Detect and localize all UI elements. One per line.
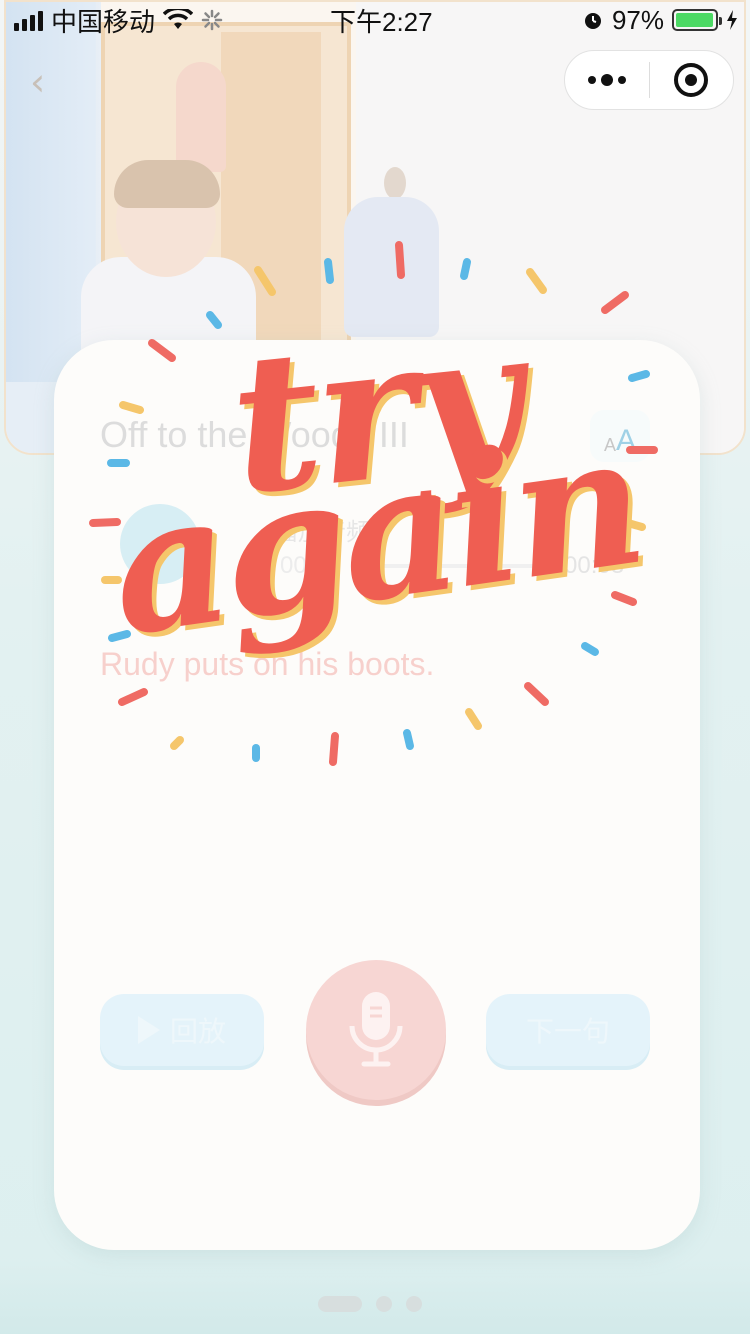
page-dot [376, 1296, 392, 1312]
lesson-title: Off to the Woods III [100, 414, 409, 455]
font-size-small-icon: A [603, 435, 616, 455]
alarm-clock-icon [584, 13, 601, 29]
illustration-hook [384, 167, 406, 199]
more-button[interactable] [565, 50, 649, 110]
microphone-icon [349, 992, 403, 1067]
close-button[interactable] [650, 50, 733, 110]
illustration-backpack [344, 197, 439, 337]
audio-play-button[interactable] [120, 504, 200, 584]
more-icon-dot [618, 76, 626, 84]
font-size-button[interactable]: A A [590, 410, 650, 462]
illustration-boy-hair [114, 160, 220, 208]
status-right: 97% [582, 5, 738, 36]
battery-icon [672, 9, 722, 31]
audio-player: 播放音频 00:00 00:03 [114, 500, 664, 590]
battery-percent: 97% [611, 4, 664, 35]
font-size-big-icon: A [616, 424, 637, 457]
illustration-girl [176, 62, 226, 172]
more-icon-dot [601, 74, 613, 86]
audio-progress-bar[interactable] [354, 564, 554, 568]
audio-current-time: 00:00 [280, 552, 341, 579]
carrier-name: 中国移动 [51, 6, 156, 37]
practice-sentence: Rudy puts on his boots. [100, 646, 435, 682]
status-left: 中国移动 [14, 2, 223, 39]
back-button[interactable]: ‹ [30, 62, 60, 102]
next-label: 下一句 [525, 1016, 610, 1047]
record-button[interactable] [306, 960, 446, 1100]
mini-program-capsule [564, 50, 734, 110]
page-dot-active [318, 1296, 362, 1312]
loading-spinner-icon [201, 9, 223, 31]
replay-label: 回放 [169, 1016, 226, 1047]
signal-icon [14, 9, 43, 31]
play-icon [137, 1016, 160, 1044]
page-indicator [318, 1296, 422, 1312]
replay-button[interactable]: 回放 [100, 994, 264, 1066]
charging-bolt-icon [727, 10, 737, 30]
reading-card: Off to the Woods III A A 播放音频 00:00 00:0… [54, 340, 700, 1250]
audio-label: 播放音频 [274, 519, 370, 546]
wifi-icon [163, 9, 194, 29]
next-sentence-button[interactable]: 下一句 [486, 994, 650, 1066]
target-close-icon [674, 63, 709, 97]
chevron-left-icon: ‹ [30, 60, 46, 104]
audio-total-time: 00:03 [564, 552, 625, 579]
battery-level [676, 13, 713, 27]
status-bar: 中国移动 下午2:27 97% [0, 0, 750, 40]
page-dot [406, 1296, 422, 1312]
more-icon-dot [588, 76, 596, 84]
status-time: 下午2:27 [330, 6, 433, 37]
